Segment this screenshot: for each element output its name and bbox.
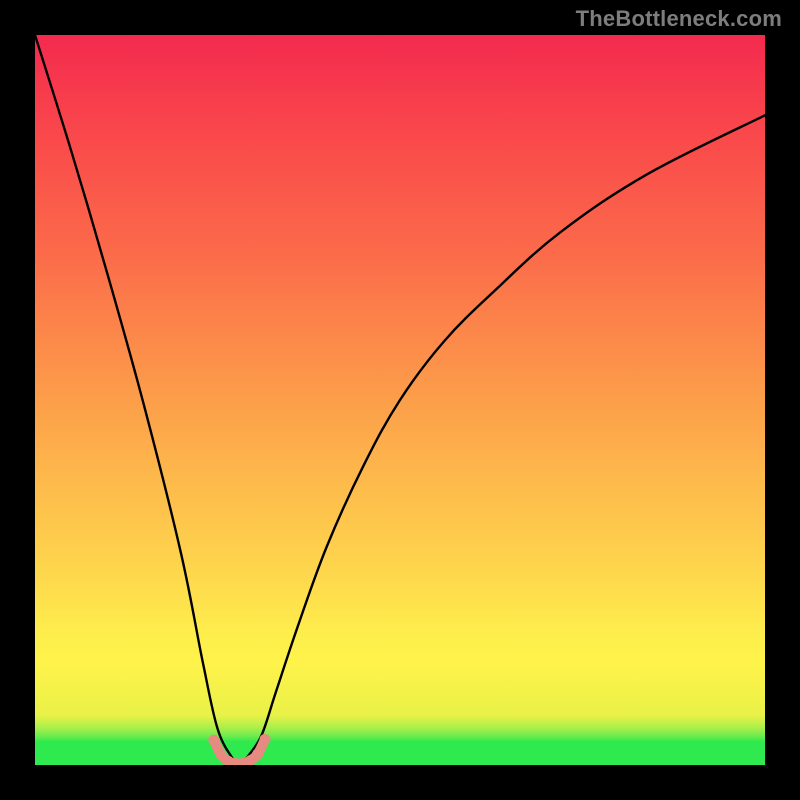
chart-svg [35, 35, 765, 765]
trough-marker-dot [208, 735, 219, 746]
trough-marker-dot [259, 734, 270, 745]
watermark-text: TheBottleneck.com [576, 6, 782, 32]
trough-marker-dot [252, 749, 263, 760]
bottleneck-curve [35, 35, 765, 765]
chart-frame: TheBottleneck.com [0, 0, 800, 800]
